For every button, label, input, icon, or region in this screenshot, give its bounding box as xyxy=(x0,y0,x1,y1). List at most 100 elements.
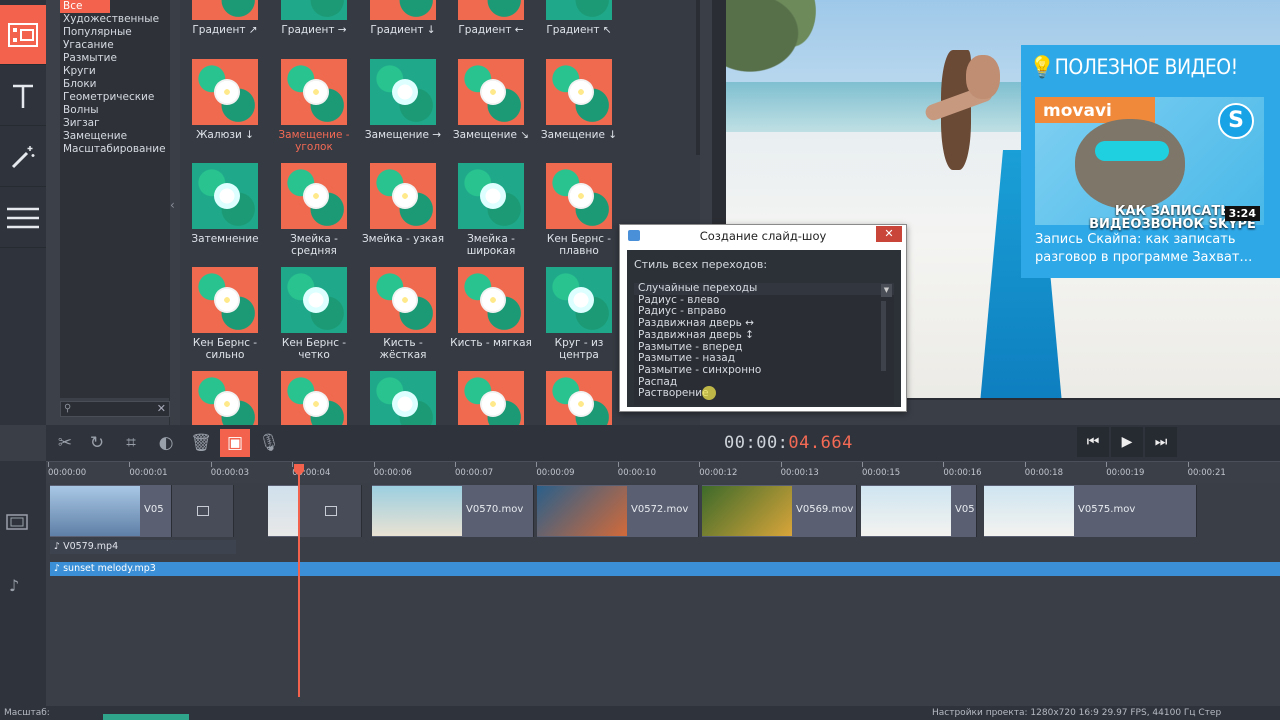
transition-thumbnail xyxy=(546,59,612,125)
transition-tile[interactable]: Кисть - жёсткая xyxy=(364,267,452,371)
ruler-tick xyxy=(129,462,131,467)
transition-tile[interactable]: Змейка - средняя xyxy=(275,163,363,267)
ad-caption[interactable]: Запись Скайпа: как записать разговор в п… xyxy=(1035,231,1267,267)
transition-tile[interactable]: Градиент ↗ xyxy=(186,0,274,58)
recommended-video-card[interactable]: 💡ПОЛЕЗНОЕ ВИДЕО! movavi S КАК ЗАПИСАТЬ ВИ… xyxy=(1021,45,1280,278)
audio-track-icon: ♪ xyxy=(9,576,20,595)
category-item[interactable]: Размытие xyxy=(60,52,170,65)
music-clip[interactable]: ♪ sunset melody.mp3 xyxy=(50,562,1280,576)
zoom-slider[interactable] xyxy=(103,714,189,720)
ad-thumbnail[interactable]: movavi S КАК ЗАПИСАТЬ ВИДЕОЗВОНОК SKYPE 3… xyxy=(1035,97,1264,231)
image-icon[interactable]: ▣ xyxy=(220,429,250,457)
transition-tile[interactable]: Замещение ↘ xyxy=(452,59,540,163)
skype-icon: S xyxy=(1218,103,1254,139)
text-t-icon xyxy=(13,84,33,108)
mouse-cursor-highlight xyxy=(702,386,716,400)
transition-style-option[interactable]: Случайные переходы xyxy=(634,283,894,295)
menu-tool-button[interactable] xyxy=(0,188,46,248)
ruler-tick xyxy=(210,462,212,467)
transition-tile[interactable]: Градиент → xyxy=(275,0,363,58)
transition-tile[interactable]: Змейка - широкая xyxy=(452,163,540,267)
rotate-icon[interactable]: ↻ xyxy=(82,429,112,457)
transition-tile[interactable]: Кен Бернс - четко xyxy=(275,267,363,371)
category-item[interactable]: Волны xyxy=(60,104,170,117)
transition-style-option[interactable]: Раздвижная дверь ↕ xyxy=(634,329,894,342)
category-item[interactable]: Все xyxy=(60,0,110,13)
attached-audio-name: V0579.mp4 xyxy=(63,541,119,552)
transition-tile[interactable]: Жалюзи ↓ xyxy=(186,59,274,163)
transition-tile[interactable] xyxy=(186,371,274,425)
next-button[interactable]: ⏭ xyxy=(1145,427,1177,457)
play-button[interactable]: ▶ xyxy=(1111,427,1143,457)
video-clip[interactable]: V0572.mov xyxy=(537,485,699,537)
grid-scrollbar[interactable] xyxy=(696,0,700,155)
video-clip[interactable]: V0569.mov xyxy=(702,485,857,537)
dropdown-scrollbar[interactable] xyxy=(881,301,886,371)
transition-tile[interactable]: Затемнение xyxy=(186,163,274,267)
leaf-shapes xyxy=(546,0,612,20)
category-search-input[interactable]: ⚲ ✕ xyxy=(60,401,170,417)
transition-tile[interactable]: Круг - из центра xyxy=(540,267,628,371)
palm-foliage xyxy=(726,0,846,110)
ruler-label: 00:00:18 xyxy=(1024,468,1063,478)
transition-marker[interactable] xyxy=(172,485,234,537)
category-item[interactable]: Блоки xyxy=(60,78,170,91)
video-clip[interactable] xyxy=(268,485,300,537)
color-adjust-icon[interactable]: ◐ xyxy=(151,429,181,457)
titles-tool-button[interactable] xyxy=(0,66,46,126)
transition-tile[interactable] xyxy=(275,371,363,425)
category-item[interactable]: Геометрические xyxy=(60,91,170,104)
microphone-icon[interactable]: 🎙 xyxy=(254,429,284,457)
category-item[interactable]: Масштабирование xyxy=(60,143,170,156)
transition-tile[interactable]: Градиент ← xyxy=(452,0,540,58)
transition-tile[interactable]: Кен Бернс - плавно xyxy=(540,163,628,267)
category-item[interactable]: Популярные xyxy=(60,26,170,39)
attached-audio-clip[interactable]: ♪ V0579.mp4 xyxy=(50,540,236,554)
transition-style-dropdown-list[interactable]: ▼ Случайные переходы Радиус - влево Радиус… xyxy=(634,283,894,405)
video-clip[interactable]: V05 xyxy=(861,485,977,537)
transition-tile[interactable]: Замещение - уголок xyxy=(275,59,363,163)
transition-tile[interactable]: Замещение ↓ xyxy=(540,59,628,163)
collapse-panel-icon[interactable]: ‹ xyxy=(170,198,175,212)
category-item[interactable]: Художественные xyxy=(60,13,170,26)
flower-shape xyxy=(392,287,418,313)
transition-tile[interactable] xyxy=(364,371,452,425)
transition-tile[interactable]: Кисть - мягкая xyxy=(450,267,540,371)
transition-tile[interactable]: Замещение → xyxy=(364,59,452,163)
transitions-tool-button[interactable] xyxy=(0,5,46,65)
previous-button[interactable]: ⏮ xyxy=(1077,427,1109,457)
timeline-ruler[interactable]: 00:00:00 00:00:01 00:00:03 00:00:04 00:00:06… xyxy=(46,461,1280,483)
transition-label: Кен Бернс - плавно xyxy=(546,233,612,257)
video-clip[interactable]: V0575.mov xyxy=(984,485,1197,537)
project-settings[interactable]: Настройки проекта: 1280x720 16:9 29.97 F… xyxy=(932,706,1221,720)
transition-tile[interactable]: Градиент ↖ xyxy=(540,0,628,58)
video-clip[interactable]: V0570.mov xyxy=(372,485,534,537)
transition-marker[interactable] xyxy=(300,485,362,537)
crop-icon[interactable]: ⌗ xyxy=(116,429,146,457)
transition-tile[interactable]: Кен Бернс - сильно xyxy=(186,267,274,371)
category-item[interactable]: Угасание xyxy=(60,39,170,52)
transition-tile[interactable] xyxy=(452,371,540,425)
dialog-close-button[interactable]: ✕ xyxy=(876,226,902,242)
ruler-tick xyxy=(48,462,49,467)
transition-style-option[interactable]: Размытие - синхронно xyxy=(634,364,894,377)
category-item[interactable]: Зигзаг xyxy=(60,117,170,130)
category-item[interactable]: Круги xyxy=(60,65,170,78)
transition-tile[interactable] xyxy=(540,371,628,425)
scissors-icon[interactable]: ✂ xyxy=(50,429,80,457)
clear-search-icon[interactable]: ✕ xyxy=(157,402,166,415)
transition-style-option[interactable]: Растворение xyxy=(634,388,894,400)
transition-tile[interactable]: Змейка - узкая xyxy=(362,163,452,267)
transition-thumbnail xyxy=(458,163,524,229)
video-clip[interactable]: V05 xyxy=(50,485,172,537)
ruler-label: 00:00:09 xyxy=(536,468,575,478)
dropdown-arrow-icon[interactable]: ▼ xyxy=(881,284,892,297)
category-item[interactable]: Замещение xyxy=(60,130,170,143)
playhead-line[interactable] xyxy=(298,466,300,697)
ruler-label: 00:00:21 xyxy=(1187,468,1226,478)
filters-tool-button[interactable] xyxy=(0,127,46,187)
transition-tile[interactable]: Градиент ↓ xyxy=(364,0,452,58)
flower-shape xyxy=(568,391,594,417)
trash-icon[interactable]: 🗑 xyxy=(186,429,216,457)
ruler-label: 00:00:15 xyxy=(862,468,901,478)
